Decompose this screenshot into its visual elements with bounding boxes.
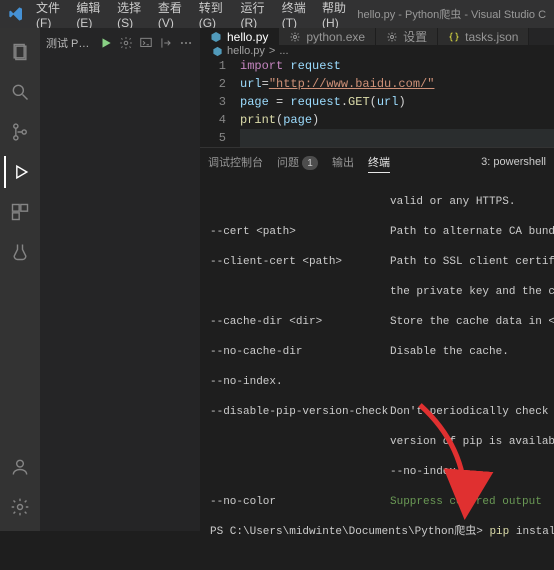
window-title: hello.py - Python爬虫 - Visual Studio C (357, 6, 546, 22)
problems-count-badge: 1 (302, 156, 318, 170)
activity-explorer[interactable] (4, 36, 36, 68)
tab-label: 设置 (403, 28, 427, 45)
gear-icon (289, 31, 301, 43)
code-lines: import request url="http://www.baidu.com… (240, 57, 554, 147)
bottom-panel: 调试控制台 问题1 输出 终端 3: powershell valid or a… (200, 147, 554, 570)
vscode-logo-icon (8, 6, 24, 22)
panel-tab-debug-console[interactable]: 调试控制台 (208, 154, 263, 170)
tab-hello-py[interactable]: hello.py (200, 28, 279, 45)
more-icon[interactable] (178, 35, 194, 51)
python-file-icon (212, 46, 223, 57)
menu-view[interactable]: 查看(V) (152, 0, 193, 30)
debug-sidebar: 测试 PYTH... (40, 28, 200, 531)
editor-area: hello.py python.exe 设置 tasks.json hello.… (200, 28, 554, 531)
start-debug-icon[interactable] (98, 35, 114, 51)
line-gutter: 1 2 3 4 5 (200, 57, 240, 147)
python-file-icon (210, 31, 222, 43)
editor-tabs: hello.py python.exe 设置 tasks.json (200, 28, 554, 45)
activity-extensions[interactable] (4, 196, 36, 228)
activity-source-control[interactable] (4, 116, 36, 148)
gear-icon[interactable] (118, 35, 134, 51)
gear-icon (386, 31, 398, 43)
menu-help[interactable]: 帮助(H) (316, 0, 357, 30)
activity-bar (0, 28, 40, 531)
menu-file[interactable]: 文件(F) (30, 0, 70, 30)
panel-tab-terminal[interactable]: 终端 (368, 154, 390, 170)
menu-select[interactable]: 选择(S) (111, 0, 152, 30)
menu-go[interactable]: 转到(G) (193, 0, 235, 30)
code-editor[interactable]: 1 2 3 4 5 import request url="http://www… (200, 57, 554, 147)
activity-testing[interactable] (4, 236, 36, 268)
breadcrumb-rest: ... (279, 45, 288, 57)
debug-config-label[interactable]: 测试 PYTH... (46, 35, 94, 51)
breadcrumb[interactable]: hello.py > ... (200, 45, 554, 57)
titlebar: 文件(F) 编辑(E) 选择(S) 查看(V) 转到(G) 运行(R) 终端(T… (0, 0, 554, 28)
activity-accounts[interactable] (4, 451, 36, 483)
breadcrumb-file: hello.py (227, 45, 265, 57)
tab-tasks-json[interactable]: tasks.json (438, 28, 529, 45)
panel-tab-problems[interactable]: 问题1 (277, 154, 318, 171)
terminal-shell-select[interactable]: 3: powershell (481, 156, 546, 168)
debug-console-icon[interactable] (138, 35, 154, 51)
json-file-icon (448, 31, 460, 43)
tab-python-exe[interactable]: python.exe (279, 28, 376, 45)
menu-run[interactable]: 运行(R) (234, 0, 275, 30)
tab-label: hello.py (227, 30, 268, 44)
tab-label: python.exe (306, 30, 365, 44)
step-icon[interactable] (158, 35, 174, 51)
tab-settings[interactable]: 设置 (376, 28, 438, 45)
menu-terminal[interactable]: 终端(T) (276, 0, 316, 30)
tab-label: tasks.json (465, 30, 518, 44)
activity-search[interactable] (4, 76, 36, 108)
breadcrumb-sep: > (269, 45, 275, 57)
menu-edit[interactable]: 编辑(E) (70, 0, 111, 30)
panel-tabs: 调试控制台 问题1 输出 终端 3: powershell (200, 148, 554, 176)
activity-settings[interactable] (4, 491, 36, 523)
activity-run-debug[interactable] (4, 156, 36, 188)
terminal-content[interactable]: valid or any HTTPS. --cert <path>Path to… (200, 176, 554, 570)
panel-tab-output[interactable]: 输出 (332, 154, 354, 170)
